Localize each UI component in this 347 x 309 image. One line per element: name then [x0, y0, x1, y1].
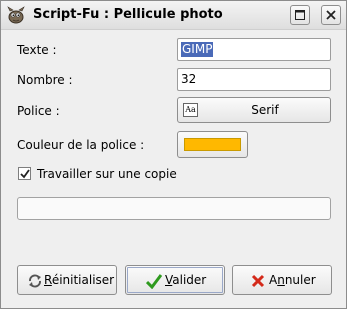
cancel-button[interactable]: Annuler [232, 265, 332, 295]
font-value: Serif [251, 103, 279, 117]
checkmark-icon [146, 274, 162, 289]
reset-label-post: éinitialiser [51, 273, 115, 287]
font-label: Police : [17, 104, 60, 118]
close-button[interactable] [321, 5, 341, 25]
close-icon [326, 10, 336, 20]
copy-label: Travailler sur une copie [37, 167, 177, 181]
maximize-icon [295, 10, 305, 20]
cancel-label-pre: A [269, 273, 278, 287]
cancel-label: Annuler [269, 273, 316, 287]
progress-bar [17, 197, 331, 220]
title-bar[interactable]: Script-Fu : Pellicule photo [1, 1, 346, 30]
checkmark-icon [20, 169, 30, 179]
validate-label: Valider [165, 273, 206, 287]
number-label: Nombre : [17, 73, 73, 87]
color-swatch [184, 138, 241, 151]
reset-icon [29, 274, 41, 288]
font-icon: Aa [183, 103, 198, 117]
cancel-icon [251, 274, 265, 288]
validate-button[interactable]: Valider [125, 265, 225, 295]
font-select-button[interactable]: Aa Serif [177, 97, 331, 123]
text-input-value: GIMP [181, 42, 214, 57]
copy-checkbox[interactable] [18, 167, 31, 180]
number-input-value: 32 [181, 72, 197, 86]
color-button[interactable] [177, 131, 248, 158]
dialog-window: Script-Fu : Pellicule photo Texte : GIMP… [0, 0, 347, 309]
text-input[interactable]: GIMP [177, 38, 331, 61]
maximize-button[interactable] [290, 5, 310, 25]
validate-label-post: alider [172, 273, 207, 287]
gimp-wilber-icon [7, 6, 25, 24]
window-title: Script-Fu : Pellicule photo [33, 7, 223, 22]
reset-label-key: R [44, 273, 52, 287]
text-label: Texte : [17, 43, 57, 57]
color-label: Couleur de la police : [17, 138, 145, 152]
cancel-label-post: nuler [284, 273, 316, 287]
reset-label: Réinitialiser [44, 273, 114, 287]
reset-button[interactable]: Réinitialiser [17, 265, 117, 295]
number-input[interactable]: 32 [177, 68, 331, 91]
cancel-label-key: n [277, 273, 285, 287]
